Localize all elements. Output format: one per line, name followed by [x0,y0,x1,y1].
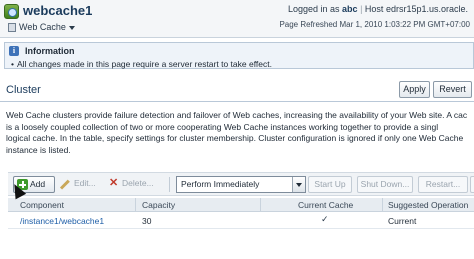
checkmark-icon: ✓ [321,214,329,224]
chevron-down-icon [68,25,75,30]
host-name: edrsr15p1.us.oracle. [385,4,468,14]
page-refreshed: Page Refreshed Mar 1, 2010 1:03:22 PM GM… [279,20,470,29]
web-cache-menu[interactable]: Web Cache [8,22,75,33]
user-name: abc [342,4,358,14]
chevron-down-icon [292,177,305,192]
restart-button[interactable]: Restart... [418,176,468,193]
logged-in-prefix: Logged in as [287,4,340,14]
page-title: webcache1 [23,3,93,18]
start-up-button[interactable]: Start Up [308,176,352,193]
add-label: Add [30,179,46,189]
cluster-description: Web Cache clusters provide failure detec… [6,110,474,156]
suggested-operation-value: Current [388,216,417,226]
column-header-suggested-operation[interactable]: Suggested Operation [388,200,468,210]
operation-mode-select[interactable]: Perform Immediately [176,176,306,193]
description-line-3: logical cache. In the table, specify set… [6,133,464,143]
delete-x-icon: ✕ [109,177,119,189]
column-header-component[interactable]: Component [20,200,64,210]
pencil-icon [59,179,70,190]
more-button[interactable] [470,176,474,193]
login-info: Logged in as abc | Host edrsr15p1.us.ora… [287,4,468,14]
section-divider [0,101,474,102]
info-icon: i [9,46,19,56]
toolbar-separator [169,177,170,192]
table-row[interactable]: /instance1/webcache1 30 ✓ Current [8,213,474,229]
column-divider [382,198,383,212]
webcache-icon [4,4,19,19]
server-icon [8,23,16,33]
description-line-4: instance is listed. [6,144,71,155]
information-message: All changes made in this page require a … [11,59,272,69]
page-header: webcache1 Web Cache Logged in as abc | H… [0,0,474,38]
shut-down-button[interactable]: Shut Down... [357,176,413,193]
delete-button[interactable]: ✕ Delete... [108,176,160,193]
delete-label: Delete... [122,178,154,188]
edit-button[interactable]: Edit... [59,176,104,193]
edit-label: Edit... [74,178,96,188]
column-divider [260,198,261,212]
table-toolbar: Add Edit... ✕ Delete... Perform Immediat… [8,172,474,196]
component-link[interactable]: /instance1/webcache1 [20,216,104,226]
column-divider [135,198,136,212]
capacity-value: 30 [142,216,152,226]
revert-button[interactable]: Revert [433,81,472,98]
web-cache-menu-label: Web Cache [19,22,66,32]
information-title: Information [25,46,75,56]
description-line-2: is a loosely coupled collection of two o… [6,121,439,132]
apply-button[interactable]: Apply [399,81,430,98]
host-prefix: Host [364,4,384,14]
column-header-current-cache[interactable]: Current Cache [298,200,353,210]
information-box: i Information All changes made in this p… [4,42,474,69]
table-header: Component Capacity Current Cache Suggest… [8,198,474,212]
section-title: Cluster [6,84,41,96]
operation-mode-value: Perform Immediately [181,179,260,189]
column-header-capacity[interactable]: Capacity [142,200,175,210]
description-line-1: Web Cache clusters provide failure detec… [6,110,468,120]
